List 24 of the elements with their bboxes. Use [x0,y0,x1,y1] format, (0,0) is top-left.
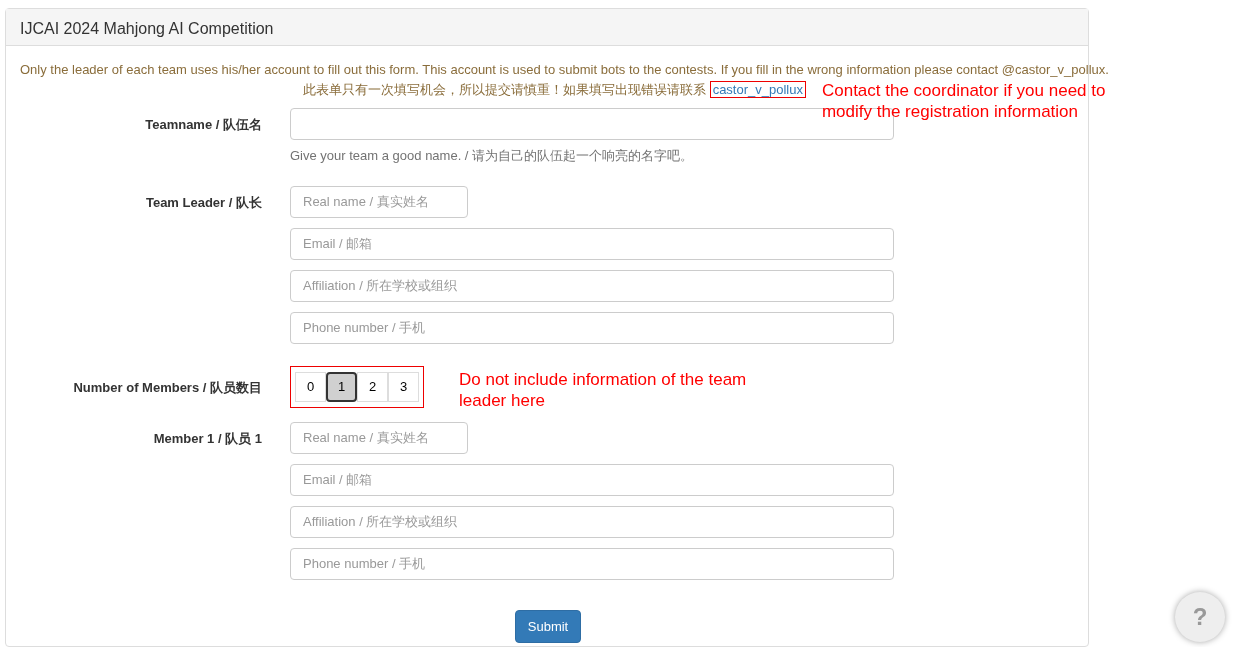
member-count-option[interactable]: 3 [388,371,419,402]
member-count-option[interactable]: 2 [357,371,388,402]
annotation-text: Contact the coordinator if you need to modify the registration information [821,80,1107,122]
help-text: Give your team a good name. / 请为自己的队伍起一个响亮的名字吧。 [290,147,695,165]
submit-button[interactable]: Submit [514,609,582,643]
field-label: Teamname / 队伍名 [144,116,262,134]
input-field[interactable]: Phone number / 手机 [290,547,894,580]
annotation-text: Do not include information of the team leader here [459,368,748,411]
member-count-option[interactable]: 0 [295,371,326,402]
field-label: Team Leader / 队长 [144,193,262,212]
input-field[interactable]: Real name / 真实姓名 [290,185,468,218]
member-count-option[interactable]: 1 [326,371,357,402]
intro-text: Only the leader of each team uses his/her account to fill out this form. This account is used to submit bots to the contests. If you fill in the wrong information please contact @castor_v_pollux. [20,61,1109,79]
panel-title: IJCAI 2024 Mahjong AI Competition [6,9,1088,46]
contact-link[interactable]: castor_v_pollux [709,81,806,98]
input-field[interactable]: Email / 邮箱 [290,463,894,496]
input-field[interactable]: Phone number / 手机 [290,311,894,344]
field-label: Number of Members / 队员数目 [72,378,262,397]
input-field[interactable]: Email / 邮箱 [290,227,894,260]
input-field[interactable]: Real name / 真实姓名 [290,421,468,454]
field-label: Member 1 / 队员 1 [152,429,262,448]
input-field[interactable]: Affiliation / 所在学校或组织 [290,505,894,538]
input-field[interactable]: Affiliation / 所在学校或组织 [290,269,894,302]
intro-text: 此表单只有一次填写机会，所以提交请慎重！如果填写出现错误请联系 [303,82,707,97]
